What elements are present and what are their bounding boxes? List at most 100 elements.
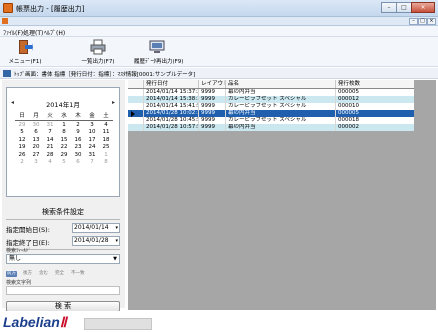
calendar-day[interactable]: 29 — [15, 122, 29, 130]
calendar-day[interactable]: 5 — [57, 159, 71, 167]
table-row[interactable]: 2014/01/14 15:38:18 9999 カレーピラフセット スペシャル 00… — [128, 96, 414, 103]
table-row-selected[interactable]: 2014/01/28 10:02:19 9999 幕の内弁当 000005 — [128, 110, 414, 117]
mdi-maximize-button[interactable]: □ — [418, 18, 427, 25]
calendar-day[interactable]: 30 — [29, 122, 43, 130]
minimize-button[interactable]: – — [381, 2, 397, 13]
calendar-day[interactable]: 22 — [57, 144, 71, 152]
maximize-button[interactable]: □ — [396, 2, 412, 13]
history-reprint-button[interactable]: 履歴ﾃﾞｰﾀ再出力(F9) — [134, 39, 183, 66]
calendar-day[interactable]: 30 — [71, 152, 85, 160]
table-row[interactable]: 2014/01/14 15:41:55 9999 カレーピラフセット スペシャル 00… — [128, 103, 414, 110]
calendar-day[interactable]: 2 — [71, 122, 85, 130]
calendar-day[interactable]: 8 — [99, 159, 113, 167]
calendar-day[interactable]: 4 — [43, 159, 57, 167]
calendar-day[interactable]: 3 — [85, 122, 99, 130]
menu-file[interactable]: ﾌｧｲﾙ(F) — [3, 28, 23, 37]
radio-contains[interactable]: 含む — [38, 271, 49, 277]
calendar-day[interactable]: 7 — [85, 159, 99, 167]
calendar-day[interactable]: 16 — [71, 137, 85, 145]
menu-tools[interactable]: 処理(T) — [23, 28, 43, 37]
header-layout-no[interactable]: レイアウトNo — [199, 80, 226, 88]
calendar-dropdown-icon[interactable]: ▾ — [115, 224, 118, 232]
cell-layout-no: 9999 — [199, 124, 226, 131]
calendar-day[interactable]: 20 — [29, 144, 43, 152]
calendar[interactable]: ◂ 2014年1月 ▸ 日月火水木金土 29 30 31 1 2 3 4 5 6 7 8 9 10 11 12… — [6, 87, 120, 197]
calendar-day[interactable]: 12 — [15, 137, 29, 145]
calendar-day[interactable]: 18 — [99, 137, 113, 145]
calendar-day[interactable]: 23 — [71, 144, 85, 152]
radio-prefix[interactable]: 前方 — [6, 271, 17, 277]
calendar-day[interactable]: 26 — [15, 152, 29, 160]
calendar-day[interactable]: 15 — [57, 137, 71, 145]
document-icon[interactable] — [2, 18, 8, 24]
calendar-day[interactable]: 2 — [15, 159, 29, 167]
calendar-day[interactable]: 6 — [29, 129, 43, 137]
calendar-day[interactable]: 10 — [85, 129, 99, 137]
calendar-day[interactable]: 14 — [43, 137, 57, 145]
cell-issue-count: 000005 — [338, 110, 359, 116]
header-date[interactable]: 発行日付 — [144, 80, 199, 88]
header-issue-count[interactable]: 発行枚数 — [336, 80, 414, 88]
calendar-day[interactable]: 8 — [57, 129, 71, 137]
cell-layout-no: 9999 — [199, 117, 226, 124]
table-row[interactable]: 2014/01/28 10:57:50 9999 幕の内弁当 000002 — [128, 124, 414, 131]
search-field-label: 検索ﾌｨｰﾙﾄﾞ — [6, 248, 32, 254]
calendar-day[interactable]: 29 — [57, 152, 71, 160]
list-output-button[interactable]: 一覧出力(F7) — [78, 39, 118, 66]
mdi-close-button[interactable]: × — [427, 18, 436, 25]
cell-date: 2014/01/14 15:37:39 — [146, 89, 199, 96]
calendar-day[interactable]: 1 — [57, 122, 71, 130]
calendar-day[interactable]: 4 — [99, 122, 113, 130]
calendar-grid: 日月火水木金土 29 30 31 1 2 3 4 5 6 7 8 9 10 11 12 13 14 15 16 17 18… — [15, 113, 113, 167]
calendar-day[interactable]: 17 — [85, 137, 99, 145]
calendar-day[interactable]: 31 — [43, 122, 57, 130]
calendar-day[interactable]: 25 — [99, 144, 113, 152]
calendar-day[interactable]: 3 — [29, 159, 43, 167]
radio-mismatch[interactable]: 不一致 — [70, 271, 86, 277]
calendar-week-row: 26 27 28 29 30 31 1 — [15, 152, 113, 160]
calendar-day[interactable]: 11 — [99, 129, 113, 137]
calendar-day[interactable]: 27 — [29, 152, 43, 160]
radio-exact[interactable]: 完全 — [54, 271, 65, 277]
start-date-field[interactable]: 2014/01/14 ▾ — [72, 223, 120, 233]
cell-date: 2014/01/28 10:45:52 — [146, 117, 199, 124]
calendar-day[interactable]: 5 — [15, 129, 29, 137]
end-date-label: 指定終了日(E): — [6, 239, 50, 247]
menu-tool-button[interactable]: メニュー(F1) — [8, 39, 42, 66]
cell-product-name: カレーピラフセット スペシャル — [226, 96, 336, 103]
calendar-next-button[interactable]: ▸ — [112, 99, 115, 106]
calendar-dropdown-icon[interactable]: ▾ — [115, 237, 118, 245]
divider — [6, 219, 120, 220]
calendar-day[interactable]: 7 — [43, 129, 57, 137]
title-bar: 帳票出力 - [履歴出力] – □ × — [0, 0, 438, 17]
calendar-day[interactable]: 9 — [71, 129, 85, 137]
calendar-day[interactable]: 31 — [85, 152, 99, 160]
cell-issue-count: 000005 — [338, 89, 359, 95]
calendar-day[interactable]: 24 — [85, 144, 99, 152]
calendar-day[interactable]: 1 — [99, 152, 113, 160]
mdi-strip: – □ × — [0, 17, 438, 26]
header-product-name[interactable]: 品名 — [226, 80, 336, 88]
calendar-month: 2014年1月 — [46, 101, 80, 109]
cell-issue-count: 000018 — [338, 117, 359, 123]
grid-header: 発行日付 レイアウトNo 品名 発行枚数 — [128, 80, 414, 89]
keyword-input[interactable] — [6, 286, 120, 295]
menu-bar: ﾌｧｲﾙ(F) 処理(T) ﾍﾙﾌﾟ(H) — [0, 26, 438, 37]
calendar-day[interactable]: 13 — [29, 137, 43, 145]
end-date-field[interactable]: 2014/01/28 ▾ — [72, 236, 120, 246]
calendar-weekday-row: 日月火水木金土 — [15, 113, 113, 121]
table-row[interactable]: 2014/01/14 15:37:39 9999 幕の内弁当 000005 — [128, 89, 414, 96]
close-button[interactable]: × — [411, 2, 435, 13]
table-row[interactable]: 2014/01/28 10:45:52 9999 カレーピラフセット スペシャル 00… — [128, 117, 414, 124]
calendar-day[interactable]: 28 — [43, 152, 57, 160]
chevron-down-icon: ▼ — [113, 256, 117, 262]
calendar-day[interactable]: 21 — [43, 144, 57, 152]
mdi-minimize-button[interactable]: – — [409, 18, 418, 25]
radio-suffix[interactable]: 後方 — [22, 271, 33, 277]
menu-help[interactable]: ﾍﾙﾌﾟ(H) — [44, 28, 65, 37]
search-settings-title: 検索条件設定 — [42, 208, 84, 216]
calendar-day[interactable]: 19 — [15, 144, 29, 152]
results-grid[interactable]: 発行日付 レイアウトNo 品名 発行枚数 2014/01/14 15:37:39… — [128, 80, 414, 131]
calendar-day[interactable]: 6 — [71, 159, 85, 167]
search-field-select[interactable]: 無し ▼ — [6, 254, 120, 264]
